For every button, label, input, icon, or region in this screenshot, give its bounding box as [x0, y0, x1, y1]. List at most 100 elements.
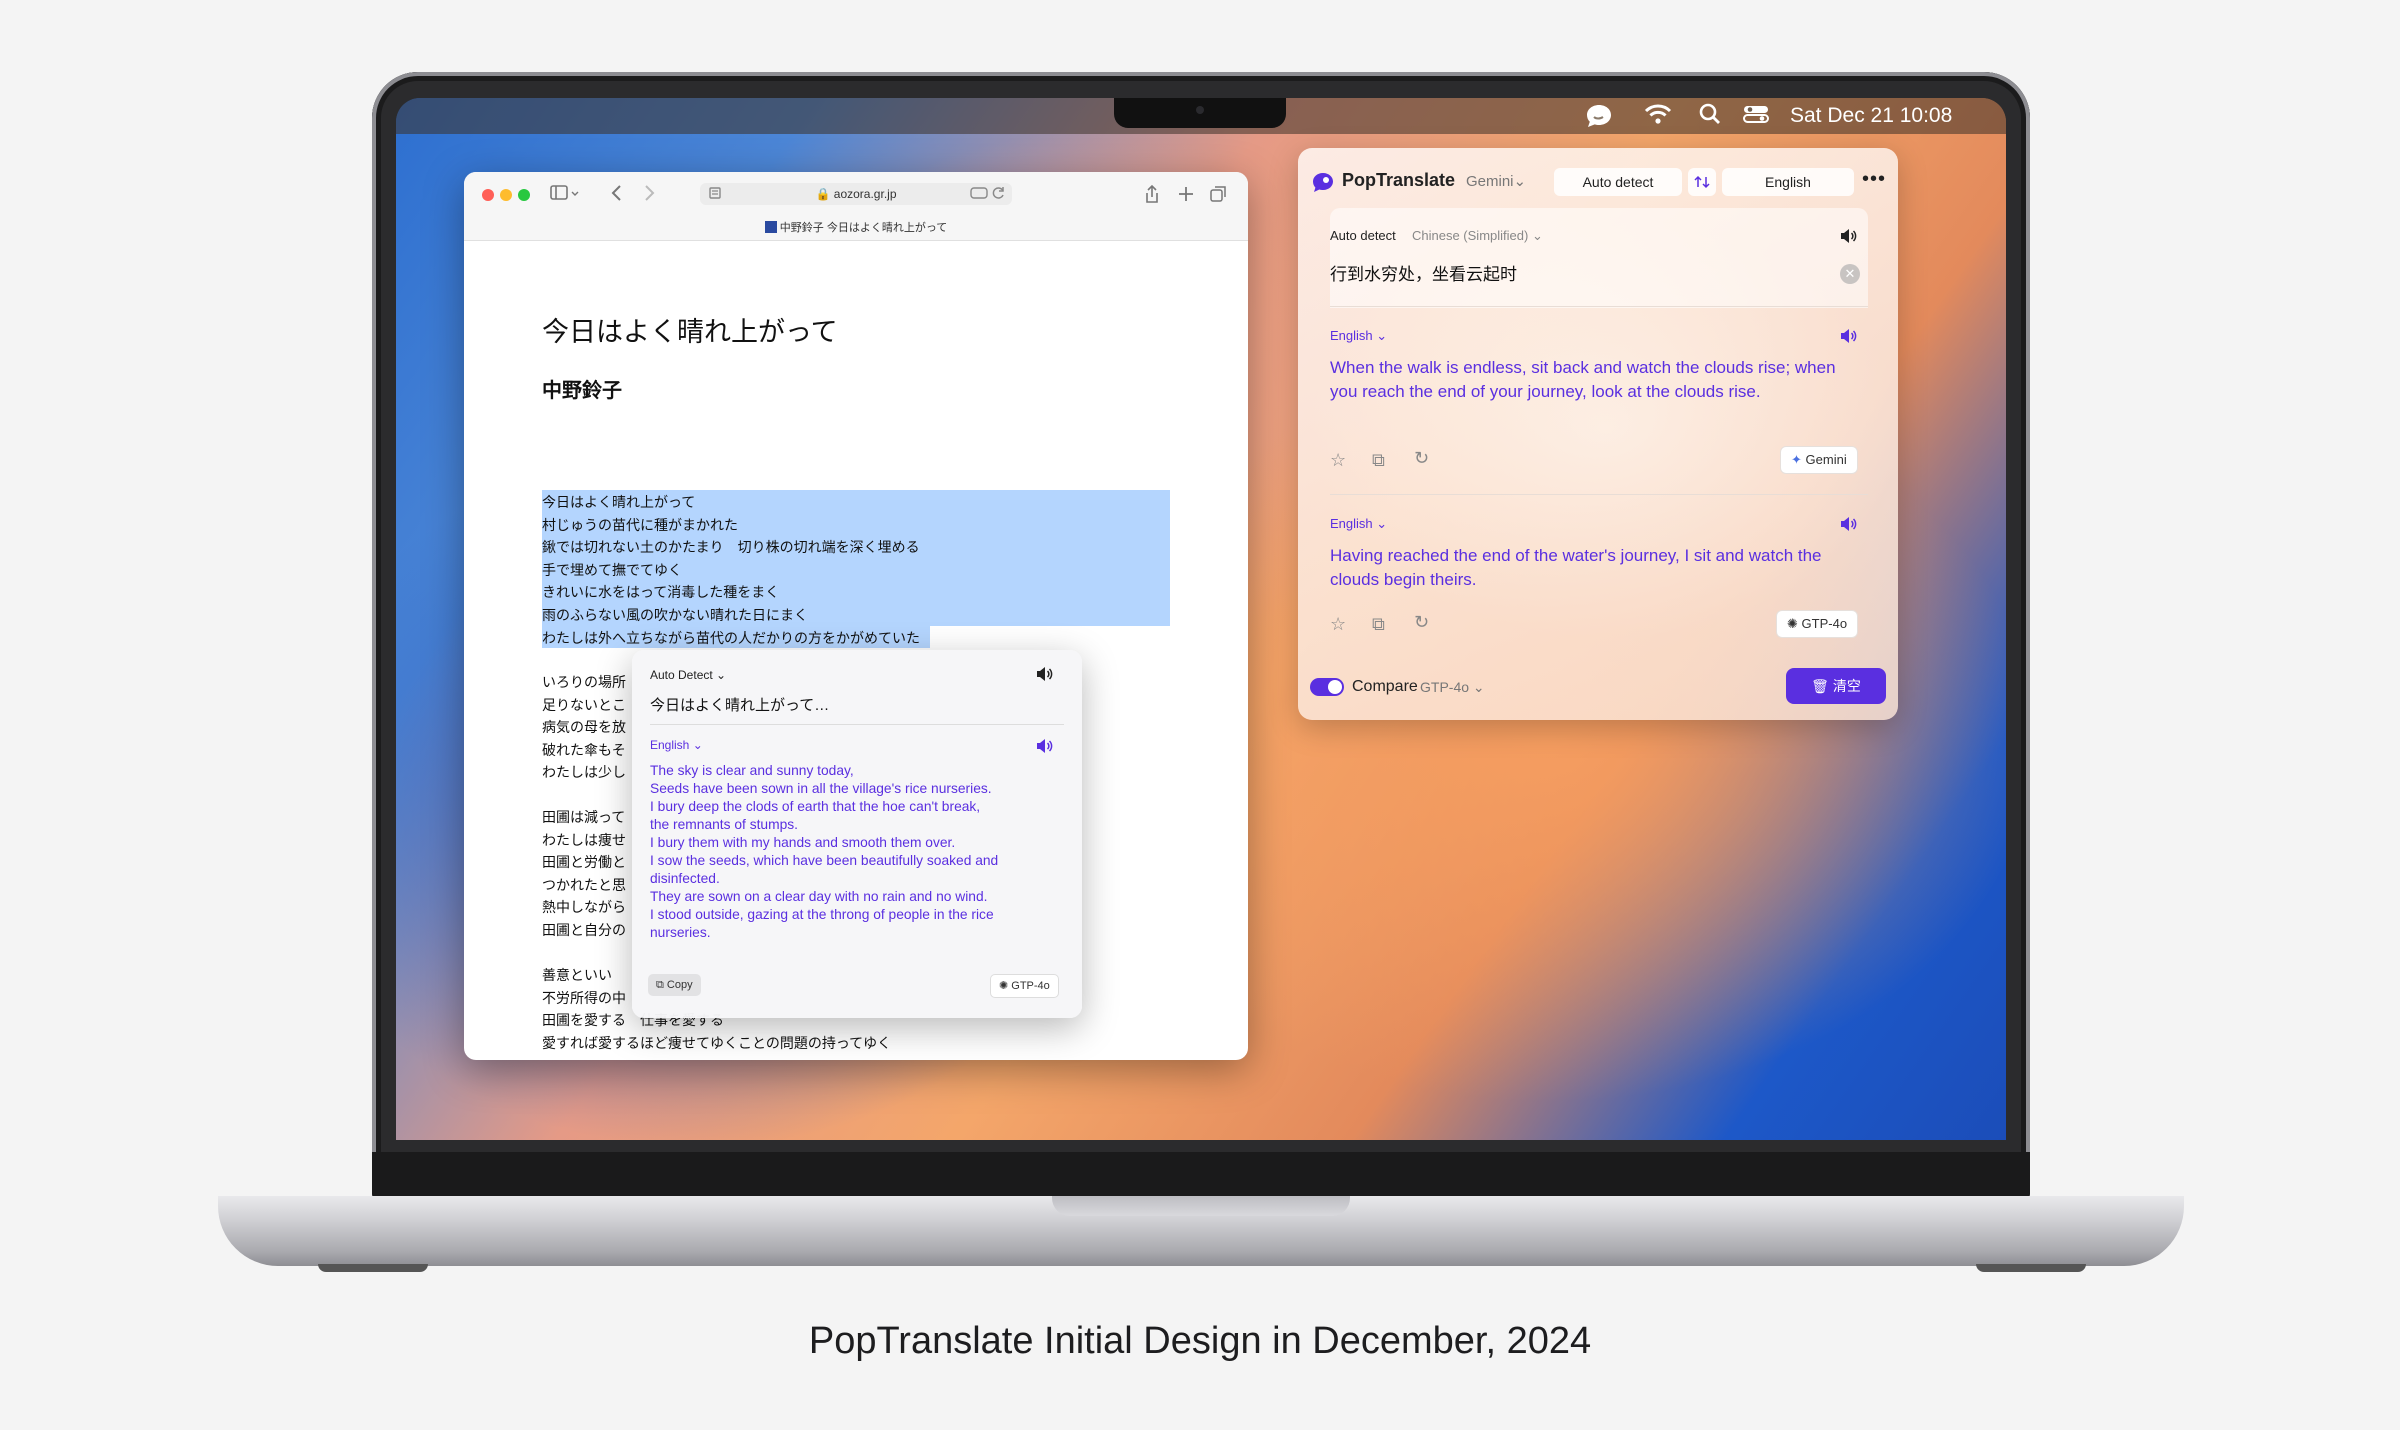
poem-line: 手で埋めて撫でてゆく	[542, 562, 682, 579]
detected-language-select[interactable]: Chinese (Simplified) ⌄	[1412, 228, 1543, 244]
new-tab-icon[interactable]	[1178, 184, 1194, 208]
page-title: 今日はよく晴れ上がって	[542, 317, 838, 348]
poem-line: 病気の母を放	[542, 720, 626, 737]
zoom-window-button[interactable]	[518, 189, 530, 201]
translation-popup: Auto Detect ⌄ 今日はよく晴れ上がって… English ⌄ The…	[632, 650, 1082, 1018]
compare-toggle[interactable]	[1310, 678, 1344, 696]
result1-lang-select[interactable]: English ⌄	[1330, 328, 1387, 344]
speaker-icon[interactable]	[1034, 664, 1054, 689]
poem-line: 雨のふらない風の吹かない晴れた日にまく	[542, 607, 808, 624]
refresh-icon[interactable]: ↻	[1414, 612, 1429, 633]
copy-icon: ⧉	[656, 979, 664, 991]
tab-active[interactable]: 中野鈴子 今日はよく晴れ上がって	[464, 216, 1248, 241]
clear-button-label: 清空	[1832, 678, 1861, 694]
star-icon[interactable]: ☆	[1330, 614, 1346, 635]
copy-icon[interactable]: ⧉	[1372, 614, 1385, 635]
copy-icon[interactable]: ⧉	[1372, 450, 1385, 471]
gemini-icon: ✦	[1791, 452, 1802, 467]
clear-button[interactable]: 🗑 清空	[1786, 668, 1886, 704]
divider	[1330, 306, 1868, 307]
translation-line: I stood outside, gazing at the throng of…	[650, 907, 994, 922]
refresh-icon[interactable]: ↻	[1414, 448, 1429, 469]
source-text-input[interactable]: 行到水穷处，坐看云起时	[1330, 260, 1517, 285]
divider	[650, 724, 1064, 725]
engine-select-label: Gemini	[1466, 173, 1514, 190]
copy-button[interactable]: ⧉ Copy	[648, 974, 701, 996]
camera-icon	[1196, 106, 1204, 114]
tab-overview-icon[interactable]	[1210, 184, 1228, 208]
translation-line: I bury them with my hands and smooth the…	[650, 835, 956, 850]
share-icon[interactable]	[1144, 184, 1160, 208]
sidebar-toggle-icon[interactable]	[550, 184, 580, 206]
app-name: PopTranslate	[1342, 170, 1456, 190]
poem-line: きれいに水をはって消毒した種をまく	[542, 585, 780, 602]
translation-line: disinfected.	[650, 871, 720, 886]
speaker-icon[interactable]	[1034, 736, 1054, 761]
engine-badge-label: GTP-4o	[1801, 616, 1848, 631]
popup-source-lang-label: Auto Detect	[650, 668, 713, 682]
engine-select[interactable]: Gemini⌄	[1466, 172, 1526, 190]
translate-page-icon[interactable]	[970, 183, 988, 210]
minimize-window-button[interactable]	[500, 189, 512, 201]
result2-lang-label: English	[1330, 516, 1373, 531]
compare-engine-select[interactable]: GTP-4o ⌄	[1420, 679, 1485, 696]
compare-label: Compare	[1352, 678, 1418, 695]
result2-lang-select[interactable]: English ⌄	[1330, 516, 1387, 532]
popup-source-text: 今日はよく晴れ上がって…	[650, 697, 830, 714]
poem-stanza: いろりの場所 足りないとこ 病気の母を放 破れた傘もそ わたしは少し	[542, 672, 626, 785]
lock-icon: 🔒	[815, 187, 831, 201]
chevron-down-icon: ⌄	[716, 668, 727, 682]
translation-line: I bury deep the clods of earth that the …	[650, 799, 981, 814]
source-card	[1330, 208, 1868, 308]
result1-text: When the walk is endless, sit back and w…	[1330, 358, 1836, 401]
caption: PopTranslate Initial Design in December,…	[808, 1320, 1592, 1362]
page-author: 中野鈴子	[542, 378, 622, 402]
poem-stanza-selected[interactable]: 今日はよく晴れ上がって 村じゅうの苗代に種がまかれた 鍬では切れない土のかたまり…	[542, 492, 920, 650]
translation-line: Seeds have been sown in all the village'…	[650, 781, 992, 796]
speaker-icon[interactable]	[1838, 514, 1860, 539]
poptranslate-icon[interactable]	[1584, 102, 1614, 130]
poem-line: 破れた傘もそ	[542, 742, 626, 759]
poem-line: 愛すれば愛するほど痩せてゆくことの問題の持ってゆく	[542, 1035, 892, 1052]
laptop-hinge	[372, 1152, 2030, 1200]
laptop-foot-left	[318, 1264, 428, 1272]
translation-line: The sky is clear and sunny today,	[650, 763, 854, 778]
laptop-base-notch	[1052, 1196, 1350, 1216]
back-icon[interactable]	[610, 184, 624, 206]
poem-line: 田圃と自分の	[542, 922, 626, 939]
reload-icon[interactable]	[992, 183, 1006, 210]
swap-icon	[1694, 175, 1710, 189]
wifi-icon[interactable]	[1644, 102, 1672, 130]
star-icon[interactable]: ☆	[1330, 450, 1346, 471]
copy-button-label: Copy	[666, 979, 693, 991]
poem-line: 足りないとこ	[542, 697, 626, 714]
poem-line: わたしは外へ立ちながら苗代の人だかりの方をかがめていた	[542, 630, 920, 647]
source-lang-label: Auto detect	[1330, 228, 1396, 243]
speaker-icon[interactable]	[1838, 326, 1860, 351]
poptranslate-logo-icon	[1310, 170, 1336, 199]
popup-target-lang-label: English	[650, 738, 690, 752]
poem-line: 村じゅうの苗代に種がまかれた	[542, 517, 738, 534]
poem-line: わたしは少し	[542, 765, 626, 782]
menu-bar-clock[interactable]: Sat Dec 21 10:08	[1790, 102, 1952, 130]
control-center-icon[interactable]	[1742, 102, 1770, 130]
popup-source-lang[interactable]: Auto Detect ⌄	[650, 668, 726, 682]
close-window-button[interactable]	[482, 189, 494, 201]
more-options-icon[interactable]: •••	[1862, 168, 1886, 191]
reader-icon[interactable]	[708, 183, 722, 210]
address-bar[interactable]: 🔒 aozora.gr.jp	[700, 183, 1012, 205]
swap-languages-button[interactable]	[1688, 168, 1716, 196]
openai-icon: ✺	[999, 980, 1009, 992]
divider	[1330, 494, 1868, 495]
clear-text-icon[interactable]: ✕	[1840, 264, 1860, 284]
poem-line: 鍬では切れない土のかたまり 切り株の切れ端を深く埋める	[542, 540, 920, 557]
forward-icon[interactable]	[642, 184, 656, 206]
source-language-button[interactable]: Auto detect	[1554, 168, 1682, 196]
chevron-down-icon: ⌄	[1376, 516, 1388, 531]
poem-line: 田圃は減って	[542, 810, 626, 826]
poem-line: つかれたと思	[542, 877, 626, 894]
speaker-icon[interactable]	[1838, 226, 1860, 251]
search-icon[interactable]	[1698, 102, 1722, 130]
popup-target-lang[interactable]: English ⌄	[650, 738, 703, 752]
target-language-button[interactable]: English	[1722, 168, 1854, 196]
